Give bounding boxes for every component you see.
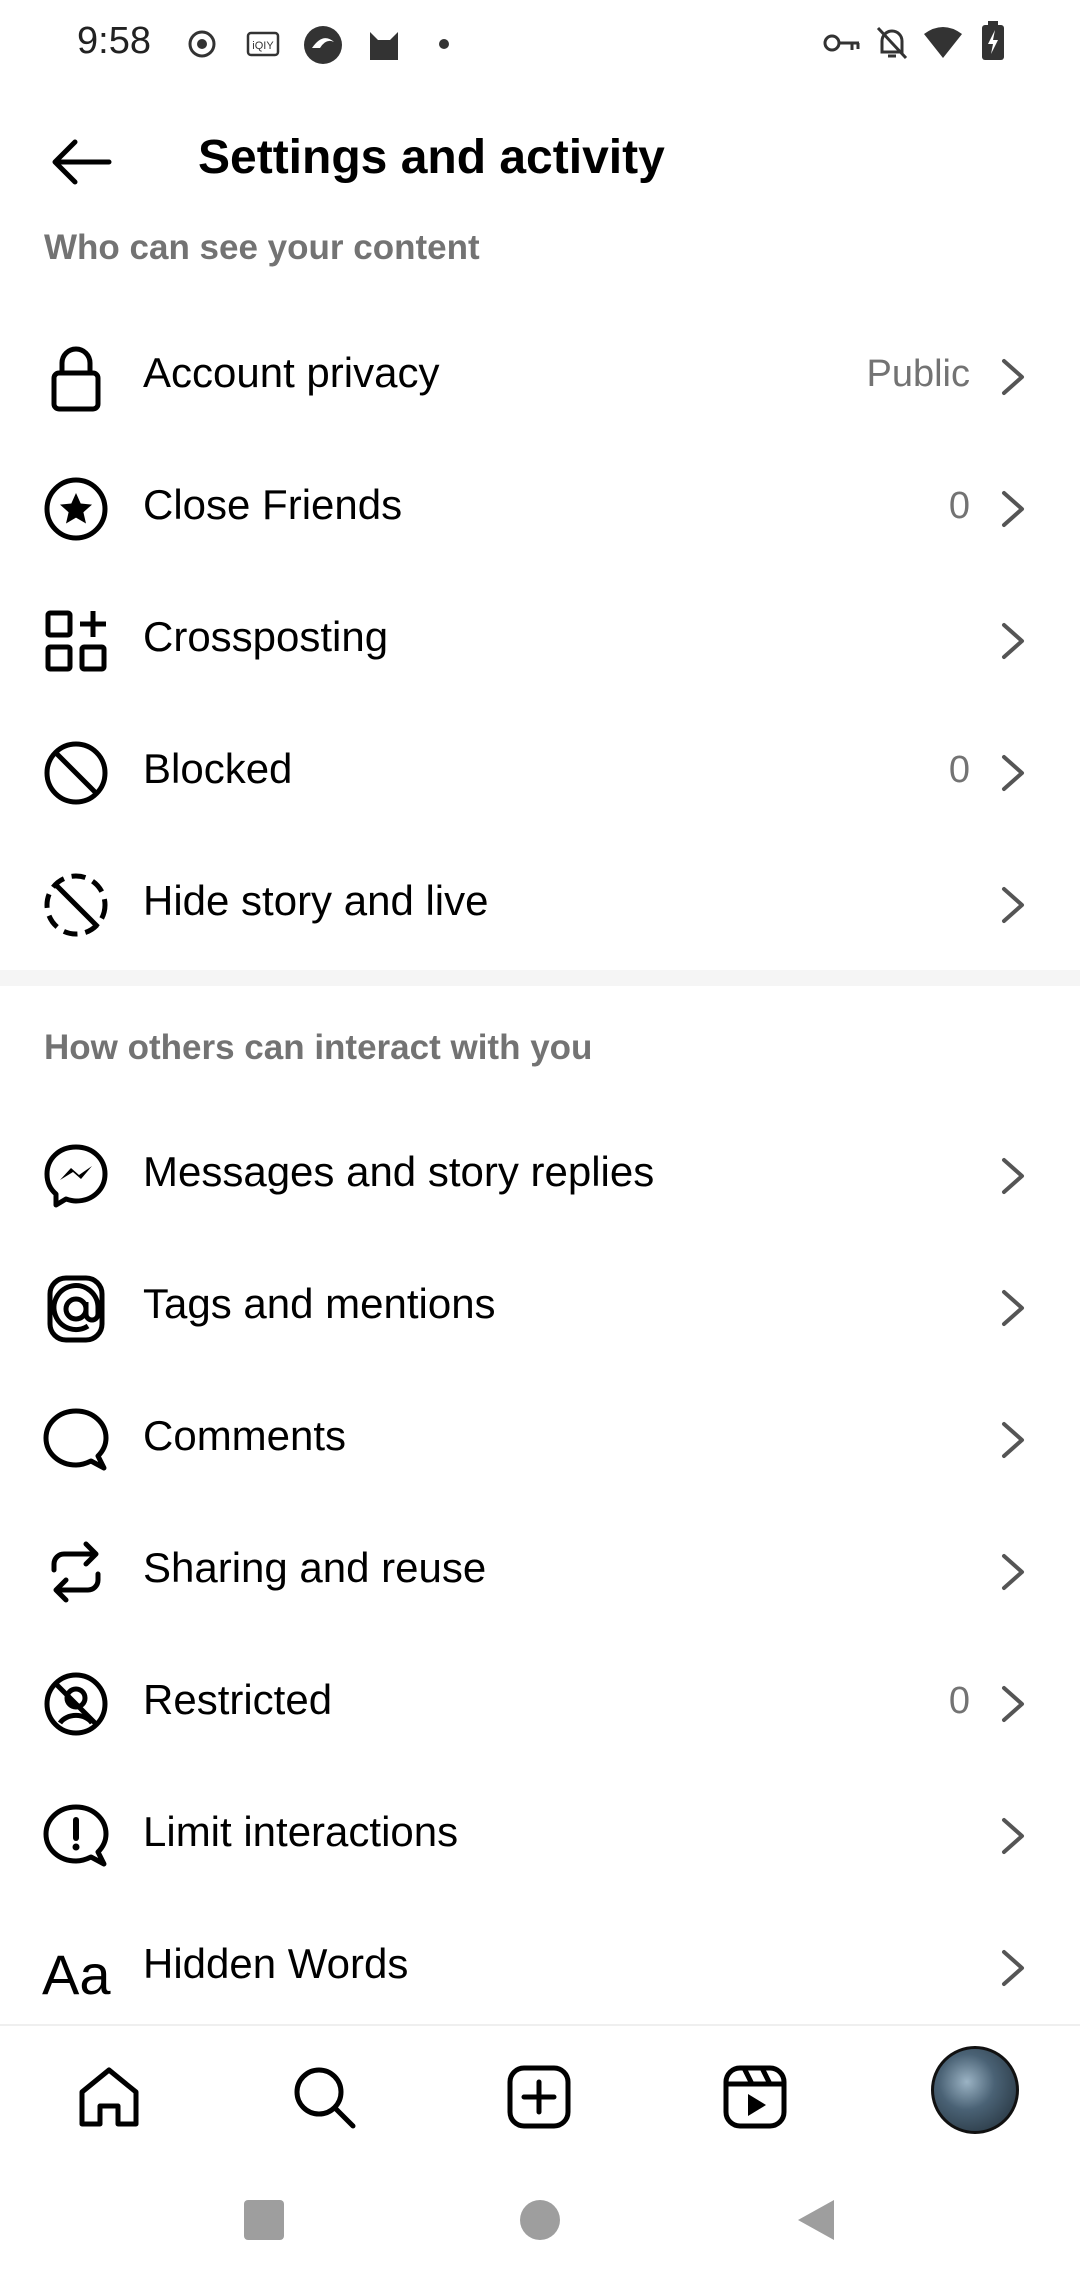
- reels-icon: [723, 2065, 787, 2129]
- back-button[interactable]: [40, 122, 120, 202]
- profile-avatar[interactable]: [931, 2046, 1019, 2134]
- iqiyi-icon: iQIY: [246, 31, 280, 57]
- repost-icon: [51, 1541, 101, 1603]
- row-label: Messages and story replies: [143, 1148, 655, 1195]
- row-hide-story-live[interactable]: Hide story and live: [0, 837, 1080, 969]
- row-label: Restricted: [143, 1676, 333, 1723]
- text-aa-icon: Aa: [42, 1943, 111, 2004]
- restricted-icon: [44, 1672, 108, 1736]
- row-label: Hide story and live: [143, 877, 489, 924]
- battery-charging-icon: [982, 21, 1004, 60]
- wifi-icon: [924, 27, 962, 58]
- story-hidden-icon: [44, 873, 108, 937]
- chevron-right-icon: [1002, 1158, 1024, 1194]
- record-icon: [188, 30, 216, 58]
- row-label: Close Friends: [143, 481, 403, 528]
- cat-icon: [370, 32, 398, 60]
- dot-icon: [439, 39, 449, 49]
- page-title: Settings and activity: [198, 131, 665, 184]
- home-circle-icon[interactable]: [518, 2198, 562, 2242]
- status-bar: 9:58 iQIY: [0, 0, 1080, 90]
- row-hidden-words[interactable]: Aa Hidden Words: [0, 1900, 1080, 2032]
- row-label: Blocked: [143, 745, 293, 792]
- comment-icon: [43, 1408, 109, 1471]
- row-label: Crossposting: [143, 613, 389, 660]
- star-circle-icon: [44, 477, 108, 541]
- search-icon: [294, 2067, 356, 2129]
- chevron-right-icon: [1002, 623, 1024, 659]
- row-label: Limit interactions: [143, 1808, 459, 1855]
- back-triangle-icon[interactable]: [794, 2198, 838, 2242]
- row-label: Comments: [143, 1412, 347, 1459]
- alert-bubble-icon: [43, 1804, 109, 1867]
- row-value: Public: [866, 353, 971, 395]
- row-blocked[interactable]: Blocked 0: [0, 705, 1080, 837]
- create-icon: [507, 2065, 571, 2129]
- bell-muted-icon: [876, 26, 908, 60]
- messenger-icon: [44, 1144, 108, 1208]
- chevron-right-icon: [1002, 1686, 1024, 1722]
- recents-icon[interactable]: [242, 2198, 286, 2242]
- row-crossposting[interactable]: Crossposting: [0, 573, 1080, 705]
- row-value: 0: [948, 485, 970, 527]
- chevron-right-icon: [1002, 1290, 1024, 1326]
- chevron-right-icon: [1002, 1554, 1024, 1590]
- header: Settings and activity: [0, 90, 1080, 230]
- chevron-right-icon: [1002, 755, 1024, 791]
- row-label: Tags and mentions: [143, 1280, 496, 1327]
- chevron-right-icon: [1002, 491, 1024, 527]
- lock-icon: [51, 346, 101, 412]
- nav-reels-button[interactable]: [712, 2054, 798, 2140]
- row-value: 0: [948, 749, 970, 791]
- row-close-friends[interactable]: Close Friends 0: [0, 441, 1080, 573]
- chevron-right-icon: [1002, 1950, 1024, 1986]
- section-label-interactions: How others can interact with you: [44, 1028, 593, 1067]
- nav-search-button[interactable]: [281, 2054, 367, 2140]
- block-icon: [44, 741, 108, 805]
- row-restricted[interactable]: Restricted 0: [0, 1636, 1080, 1768]
- home-icon: [79, 2067, 139, 2127]
- browser-icon: [304, 26, 342, 64]
- svg-text:iQIY: iQIY: [252, 40, 274, 52]
- grid-plus-icon: [45, 610, 107, 672]
- row-comments[interactable]: Comments: [0, 1372, 1080, 1504]
- nav-create-button[interactable]: [496, 2054, 582, 2140]
- row-sharing-reuse[interactable]: Sharing and reuse: [0, 1504, 1080, 1636]
- row-label: Sharing and reuse: [143, 1544, 487, 1591]
- bottom-nav: [0, 2024, 1080, 2172]
- chevron-right-icon: [1002, 1818, 1024, 1854]
- chevron-right-icon: [1002, 1422, 1024, 1458]
- arrow-left-icon: [52, 139, 112, 185]
- system-nav-bar: [0, 2170, 1080, 2280]
- svg-text:Aa: Aa: [42, 1943, 111, 2004]
- chevron-right-icon: [1002, 887, 1024, 923]
- row-messages-story-replies[interactable]: Messages and story replies: [0, 1108, 1080, 1240]
- row-value: 0: [948, 1680, 970, 1722]
- section-label-content-visibility: Who can see your content: [44, 228, 480, 267]
- row-account-privacy[interactable]: Account privacy Public: [0, 309, 1080, 441]
- row-tags-mentions[interactable]: Tags and mentions: [0, 1240, 1080, 1372]
- at-icon: [47, 1275, 105, 1343]
- row-limit-interactions[interactable]: Limit interactions: [0, 1768, 1080, 1900]
- section-divider: [0, 970, 1080, 986]
- nav-home-button[interactable]: [66, 2054, 152, 2140]
- status-time: 9:58: [77, 20, 151, 62]
- row-label: Account privacy: [143, 349, 440, 396]
- key-icon: [823, 34, 860, 52]
- row-label: Hidden Words: [143, 1940, 409, 1987]
- chevron-right-icon: [1002, 359, 1024, 395]
